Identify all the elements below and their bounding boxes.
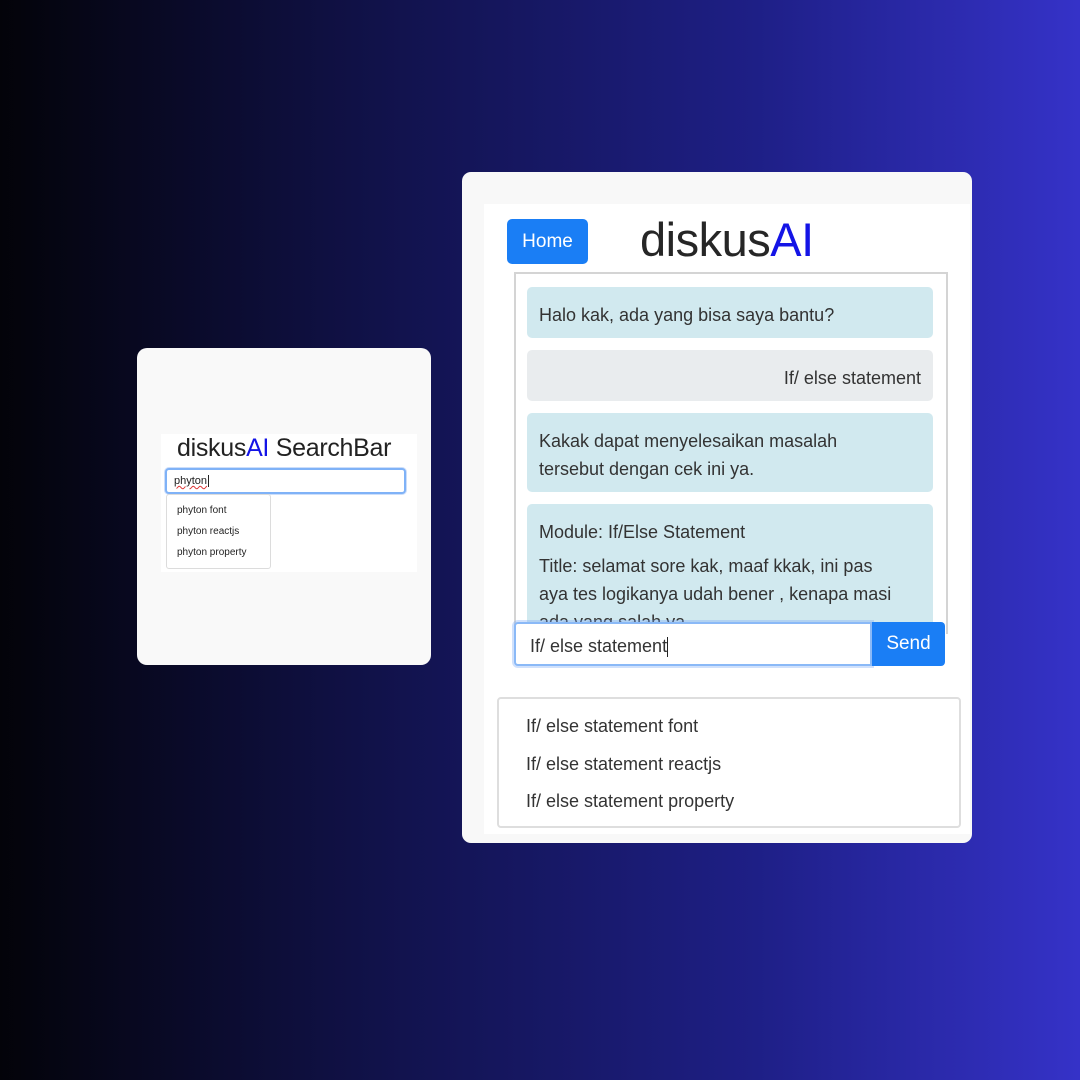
suggestion-item[interactable]: phyton reactjs: [167, 521, 270, 542]
message-text: Halo kak, ada yang bisa saya bantu?: [539, 305, 835, 325]
brand-prefix: diskus: [177, 434, 247, 462]
brand-prefix: diskus: [640, 213, 771, 266]
search-input[interactable]: phyton: [165, 468, 406, 494]
bot-message: Halo kak, ada yang bisa saya bantu?: [527, 287, 933, 338]
message-text: Kakak dapat menyelesaikan masalah: [539, 431, 838, 451]
message-text: If/ else statement: [783, 368, 921, 388]
message-module: Module: If/Else Statement: [539, 522, 746, 542]
title-suffix: SearchBar: [269, 434, 392, 462]
searchbar-card: diskusAI SearchBar phyton phyton font ph…: [137, 348, 431, 665]
brand-accent: AI: [246, 434, 270, 462]
message-text: aya tes logikanya udah bener , kenapa ma…: [539, 584, 892, 604]
chat-messages-area[interactable]: Halo kak, ada yang bisa saya bantu? If/ …: [514, 272, 948, 634]
suggestion-item[interactable]: If/ else statement reactjs: [526, 754, 721, 775]
search-input-value: phyton: [174, 475, 208, 487]
suggestion-item[interactable]: phyton font: [167, 500, 270, 521]
send-button[interactable]: Send: [872, 622, 945, 666]
chat-card: Home diskusAI Halo kak, ada yang bisa sa…: [462, 172, 972, 843]
bot-message: Module: If/Else Statement Title: selamat…: [527, 504, 933, 634]
text-caret: [667, 637, 669, 658]
message-text: Title: selamat sore kak, maaf kkak, ini …: [539, 556, 873, 576]
search-suggestions-dropdown: phyton font phyton reactjs phyton proper…: [166, 494, 271, 569]
chat-app-panel: Home diskusAI Halo kak, ada yang bisa sa…: [484, 204, 970, 834]
text-caret: [208, 475, 210, 488]
message-suggestions-dropdown: If/ else statement font If/ else stateme…: [497, 697, 961, 828]
searchbar-panel: diskusAI SearchBar phyton phyton font ph…: [161, 434, 417, 572]
message-text: tersebut dengan cek ini ya.: [539, 459, 755, 479]
home-button[interactable]: Home: [507, 219, 588, 264]
suggestion-item[interactable]: phyton property: [167, 542, 270, 563]
suggestion-item[interactable]: If/ else statement font: [526, 716, 698, 737]
user-message: If/ else statement: [527, 350, 933, 401]
searchbar-title: diskusAI SearchBar: [177, 434, 391, 463]
app-title: diskusAI: [640, 212, 814, 267]
bot-message: Kakak dapat menyelesaikan masalah terseb…: [527, 413, 933, 492]
suggestion-item[interactable]: If/ else statement property: [526, 791, 734, 812]
message-input-value: If/ else statement: [530, 636, 668, 656]
brand-accent: AI: [770, 213, 814, 266]
message-input[interactable]: If/ else statement: [514, 622, 872, 666]
